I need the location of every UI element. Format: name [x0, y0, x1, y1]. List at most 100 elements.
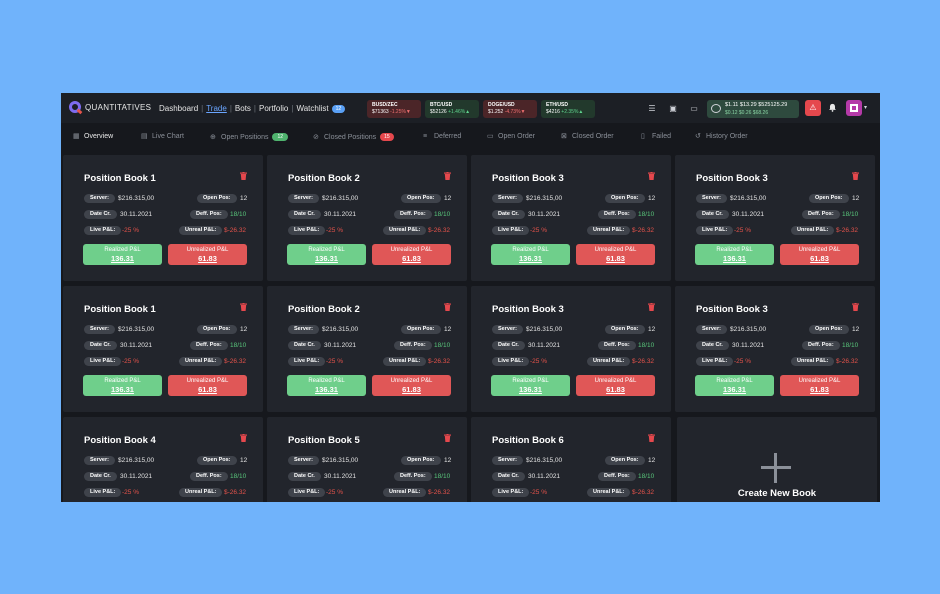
realized-pl-button[interactable]: Realized P&L 136.31 [695, 244, 774, 265]
list-view-icon[interactable]: ☰ [647, 104, 657, 113]
brand-logo[interactable]: QUANTITATIVES [69, 101, 151, 113]
ticker-change: -4.73%▼ [504, 108, 526, 115]
unrealized-pl-label: Unrealized P&L [594, 378, 637, 384]
deff-pos-label: Deff. Pos: [802, 341, 840, 350]
chevron-down-icon[interactable]: ▾ [864, 104, 867, 111]
realized-pl-button[interactable]: Realized P&L 136.31 [83, 244, 162, 265]
unrealized-pl-button[interactable]: Unrealized P&L 61.83 [372, 375, 451, 396]
trash-icon[interactable] [852, 303, 859, 311]
tab-label: Closed Positions [324, 133, 377, 141]
ticker-doge-usd[interactable]: DOGE/USD $1.252 -4.73%▼ [483, 100, 537, 118]
bell-icon[interactable] [828, 103, 837, 112]
position-book-card[interactable]: Position Book 1 Server: $216.315,00 Open Po… [63, 286, 263, 412]
server-value: $216.315,00 [118, 457, 155, 464]
create-new-book-card[interactable]: Create New Book [677, 417, 877, 502]
tab-closed-positions[interactable]: ⊘ Closed Positions 15 [313, 133, 394, 141]
position-book-card[interactable]: Position Book 3 Server: $216.315,00 Open Po… [675, 286, 875, 412]
unreal-pl-label: Unreal P&L: [383, 226, 427, 235]
position-book-card[interactable]: Position Book 3 Server: $216.315,00 Open Po… [471, 286, 671, 412]
position-book-card[interactable]: Position Book 3 Server: $216.315,00 Open Po… [675, 155, 875, 281]
open-pos-label: Open Pos: [197, 325, 237, 334]
nav-trade[interactable]: Trade [206, 104, 227, 113]
trash-icon[interactable] [240, 303, 247, 311]
ticker-price: $1.252 [488, 108, 504, 115]
tab-open-order[interactable]: ▭ Open Order [487, 133, 535, 140]
open-pos-value: 12 [648, 457, 656, 464]
trash-icon[interactable] [444, 172, 451, 180]
realized-pl-label: Realized P&L [716, 378, 753, 384]
tab-overview[interactable]: ▦ Overview [73, 133, 113, 140]
book-title: Position Book 1 [84, 173, 156, 184]
card-icon[interactable]: ▭ [689, 104, 699, 113]
realized-pl-button[interactable]: Realized P&L 136.31 [491, 375, 570, 396]
avatar[interactable] [846, 100, 862, 116]
trash-icon[interactable] [648, 303, 655, 311]
trash-icon[interactable] [444, 303, 451, 311]
history-icon: ↺ [695, 133, 701, 140]
grid-icon: ▦ [73, 133, 80, 140]
trash-icon[interactable] [648, 172, 655, 180]
position-book-card[interactable]: Position Book 5 Server: $216.315,00 Open Po… [267, 417, 467, 502]
date-value: 30.11.2021 [324, 211, 357, 218]
tab-history-order[interactable]: ↺ History Order [695, 133, 748, 140]
realized-pl-button[interactable]: Realized P&L 136.31 [491, 244, 570, 265]
trash-icon[interactable] [444, 434, 451, 442]
closed-icon: ⊘ [313, 133, 319, 141]
realized-pl-button[interactable]: Realized P&L 136.31 [695, 375, 774, 396]
position-book-card[interactable]: Position Book 2 Server: $216.315,00 Open Po… [267, 155, 467, 281]
tab-open-positions[interactable]: ⊕ Open Positions 12 [210, 133, 289, 141]
server-value: $216.315,00 [118, 195, 155, 202]
unreal-pl-value: $-26.32 [836, 358, 859, 365]
book-title: Position Book 6 [492, 435, 564, 446]
nav-dashboard[interactable]: Dashboard [159, 104, 198, 113]
trash-icon[interactable] [240, 172, 247, 180]
tab-closed-order[interactable]: ⊠ Closed Order [561, 133, 614, 140]
realized-pl-button[interactable]: Realized P&L 136.31 [83, 375, 162, 396]
nav-bots[interactable]: Bots [235, 104, 251, 113]
window-icon[interactable]: ▣ [668, 104, 678, 113]
tab-label: Open Positions [221, 133, 269, 141]
live-pl-label: Live P&L: [288, 226, 326, 235]
position-book-card[interactable]: Position Book 3 Server: $216.315,00 Open Po… [471, 155, 671, 281]
unreal-pl-value: $-26.32 [632, 489, 655, 496]
unrealized-pl-button[interactable]: Unrealized P&L 61.83 [576, 244, 655, 265]
nav-portfolio[interactable]: Portfolio [259, 104, 288, 113]
live-pl-label: Live P&L: [492, 226, 530, 235]
position-book-card[interactable]: Position Book 4 Server: $216.315,00 Open Po… [63, 417, 263, 502]
unrealized-pl-button[interactable]: Unrealized P&L 61.83 [780, 375, 859, 396]
tab-live-chart[interactable]: ▤ Live Chart [141, 133, 184, 140]
unrealized-pl-button[interactable]: Unrealized P&L 61.83 [168, 244, 247, 265]
ticker-busd-zec[interactable]: BUSD/ZEC $71363 -1.25%▼ [367, 100, 421, 118]
warning-icon[interactable]: ⚠ [805, 100, 821, 116]
unreal-pl-label: Unreal P&L: [383, 488, 427, 497]
unrealized-pl-button[interactable]: Unrealized P&L 61.83 [372, 244, 451, 265]
position-book-card[interactable]: Position Book 6 Server: $216.315,00 Open Po… [471, 417, 671, 502]
deff-pos-value: 18/10 [638, 342, 655, 349]
realized-pl-value: 136.31 [111, 254, 134, 263]
position-book-card[interactable]: Position Book 2 Server: $216.315,00 Open Po… [267, 286, 467, 412]
ticker-eth-usd[interactable]: ETH/USD $4216 +2.35%▲ [541, 100, 595, 118]
nav-watchlist[interactable]: Watchlist [296, 104, 328, 113]
trash-icon[interactable] [648, 434, 655, 442]
deff-pos-label: Deff. Pos: [394, 341, 432, 350]
unrealized-pl-button[interactable]: Unrealized P&L 61.83 [780, 244, 859, 265]
book-title: Position Book 3 [492, 173, 564, 184]
tab-deferred[interactable]: ≡ Deferred [423, 133, 461, 140]
wallet-balance[interactable]: $1.11 $13.29 $525125.29 $0.12 $0.26 $68.… [707, 100, 799, 118]
server-value: $216.315,00 [526, 195, 563, 202]
trash-icon[interactable] [240, 434, 247, 442]
unrealized-pl-button[interactable]: Unrealized P&L 61.83 [576, 375, 655, 396]
chart-icon: ▤ [141, 133, 148, 140]
ticker-btc-usd[interactable]: BTC/USD $52126 +1.46%▲ [425, 100, 479, 118]
unrealized-pl-button[interactable]: Unrealized P&L 61.83 [168, 375, 247, 396]
trash-icon[interactable] [852, 172, 859, 180]
tab-failed[interactable]: ▯ Failed [641, 133, 671, 140]
position-book-card[interactable]: Position Book 1 Server: $216.315,00 Open Po… [63, 155, 263, 281]
open-pos-label: Open Pos: [605, 325, 645, 334]
realized-pl-button[interactable]: Realized P&L 136.31 [287, 375, 366, 396]
realized-pl-button[interactable]: Realized P&L 136.31 [287, 244, 366, 265]
deferred-icon: ≡ [423, 133, 428, 140]
unreal-pl-label: Unreal P&L: [383, 357, 427, 366]
unreal-pl-value: $-26.32 [428, 489, 451, 496]
realized-pl-label: Realized P&L [512, 378, 549, 384]
